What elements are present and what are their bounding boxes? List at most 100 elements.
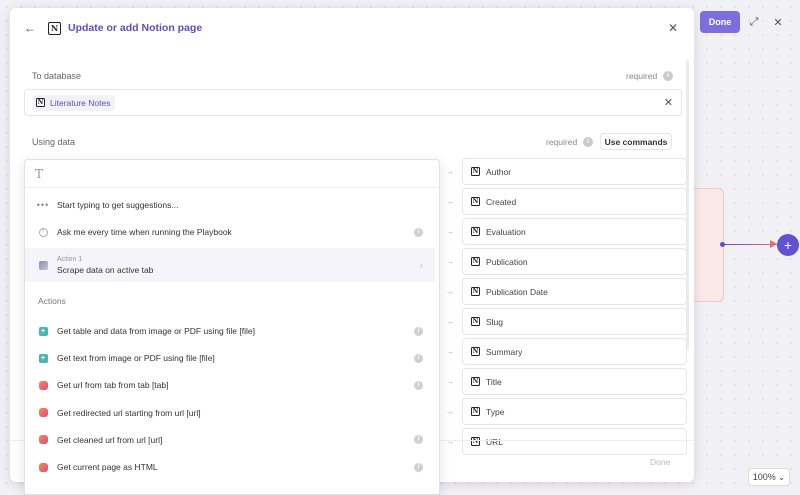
action-item[interactable]: + Get table and data from image or PDF us… xyxy=(25,322,435,340)
property-field[interactable]: N Title xyxy=(462,368,687,395)
notion-icon: N xyxy=(471,437,480,446)
property-field[interactable]: N Summary xyxy=(462,338,687,365)
clear-database-icon[interactable]: ✕ xyxy=(664,96,673,109)
modal-close-icon[interactable]: ✕ xyxy=(668,21,678,35)
property-row: → N Summary xyxy=(442,338,687,365)
info-icon[interactable]: i xyxy=(663,71,673,81)
arrow-right-icon: → xyxy=(446,287,454,296)
action-item-label: Get url from tab from tab [tab] xyxy=(57,380,169,391)
url-icon xyxy=(38,462,48,472)
property-name: URL xyxy=(486,436,504,447)
property-field[interactable]: N Author xyxy=(462,158,687,185)
suggestions-dropdown: T ••• Start typing to get suggestions...… xyxy=(24,159,440,495)
url-icon xyxy=(38,435,48,445)
action-item[interactable]: + Get text from image or PDF using file [… xyxy=(25,349,435,367)
property-field[interactable]: N Publication Date xyxy=(462,278,687,305)
property-field[interactable]: N Evaluation xyxy=(462,218,687,245)
back-arrow-icon[interactable]: ← xyxy=(24,21,42,35)
use-commands-button[interactable]: Use commands xyxy=(600,133,672,150)
action-item[interactable]: Get cleaned url from url [url] i xyxy=(25,431,435,449)
database-select[interactable]: N Literature Notes ✕ xyxy=(24,89,682,116)
property-name: Author xyxy=(486,166,512,177)
info-icon[interactable]: i xyxy=(583,137,593,147)
property-field[interactable]: N Type xyxy=(462,398,687,425)
arrow-right-icon: → xyxy=(446,227,454,236)
add-step-button[interactable]: + xyxy=(777,234,799,256)
footer-done-button[interactable]: Done xyxy=(650,457,670,467)
connector-dot xyxy=(720,242,725,247)
database-chip[interactable]: N Literature Notes xyxy=(33,94,116,111)
property-row: → N Title xyxy=(442,368,687,395)
notion-icon: N xyxy=(471,197,480,206)
notion-icon: N xyxy=(471,407,480,416)
arrow-right-icon: → xyxy=(446,167,454,176)
arrow-right-icon: → xyxy=(446,257,454,266)
arrow-right-icon: → xyxy=(446,317,454,326)
property-row: → N Author xyxy=(442,158,687,185)
to-database-label: To database xyxy=(32,71,82,81)
action-label: Scrape data on active tab xyxy=(57,264,154,275)
property-name: Summary xyxy=(486,346,523,357)
property-row: → N Evaluation xyxy=(442,218,687,245)
action-item-label: Get cleaned url from url [url] xyxy=(57,434,163,445)
notion-icon: N xyxy=(36,98,45,107)
info-icon[interactable]: i xyxy=(414,380,423,390)
info-icon[interactable]: i xyxy=(414,326,423,336)
property-field[interactable]: N URL xyxy=(462,428,687,455)
arrow-right-icon: → xyxy=(446,197,454,206)
hint-text: Start typing to get suggestions... xyxy=(57,200,179,210)
table-plus-icon: + xyxy=(38,326,48,336)
using-data-label: Using data xyxy=(32,137,76,147)
info-icon[interactable]: i xyxy=(414,462,423,472)
chevron-down-icon: ⌄ xyxy=(777,471,786,482)
property-row: → N Publication xyxy=(442,248,687,275)
value-input[interactable]: T xyxy=(25,160,439,188)
action-item-label: Get table and data from image or PDF usi… xyxy=(57,326,255,336)
scrape-icon xyxy=(38,260,48,270)
modal-title: Update or add Notion page xyxy=(68,22,203,34)
url-icon xyxy=(38,408,48,418)
property-row: → N Slug xyxy=(442,308,687,335)
action-item-label: Get redirected url starting from url [ur… xyxy=(57,407,201,418)
info-icon[interactable]: i xyxy=(414,227,423,237)
zoom-control[interactable]: 100% ⌄ xyxy=(748,468,790,486)
ask-me-option[interactable]: ? Ask me every time when running the Pla… xyxy=(25,223,435,241)
property-field[interactable]: N Publication xyxy=(462,248,687,275)
question-icon: ? xyxy=(38,227,48,237)
action-1-option[interactable]: Action 1 Scrape data on active tab › xyxy=(25,248,435,282)
action-item-label: Get current page as HTML xyxy=(57,462,158,472)
action-item[interactable]: Get redirected url starting from url [ur… xyxy=(25,404,435,422)
arrow-right-icon: → xyxy=(446,407,454,416)
database-name: Literature Notes xyxy=(50,97,111,108)
action-item[interactable]: Get url from tab from tab [tab] i xyxy=(25,376,435,394)
info-icon[interactable]: i xyxy=(414,353,423,363)
expand-icon[interactable]: ⤢ xyxy=(744,12,764,32)
property-field[interactable]: N Created xyxy=(462,188,687,215)
action-item[interactable]: Get current page as HTML i xyxy=(25,458,435,476)
notion-icon: N xyxy=(48,21,61,35)
notion-icon: N xyxy=(471,287,480,296)
text-type-icon: T xyxy=(35,166,44,181)
ask-me-text: Ask me every time when running the Playb… xyxy=(57,227,232,237)
property-name: Evaluation xyxy=(486,226,526,237)
arrow-right-icon: → xyxy=(446,377,454,386)
info-icon[interactable]: i xyxy=(414,435,423,445)
suggestions-hint: ••• Start typing to get suggestions... xyxy=(25,196,435,214)
close-icon[interactable]: ✕ xyxy=(768,12,788,32)
property-row: → N Type xyxy=(442,398,687,425)
done-button[interactable]: Done xyxy=(700,11,740,33)
top-toolbar: Done ⤢ ✕ xyxy=(696,8,794,36)
notion-icon: N xyxy=(471,347,480,356)
connector-arrowhead xyxy=(770,240,777,248)
property-name: Created xyxy=(486,196,517,207)
notion-icon: N xyxy=(471,377,480,386)
property-name: Title xyxy=(486,376,502,387)
property-row: → N Created xyxy=(442,188,687,215)
url-icon xyxy=(38,380,48,390)
property-field[interactable]: N Slug xyxy=(462,308,687,335)
action-sublabel: Action 1 xyxy=(57,255,83,263)
zoom-level: 100% xyxy=(752,472,776,482)
actions-heading: Actions xyxy=(38,296,66,306)
property-name: Publication Date xyxy=(486,286,548,297)
modal-header: ← N Update or add Notion page xyxy=(10,8,694,48)
